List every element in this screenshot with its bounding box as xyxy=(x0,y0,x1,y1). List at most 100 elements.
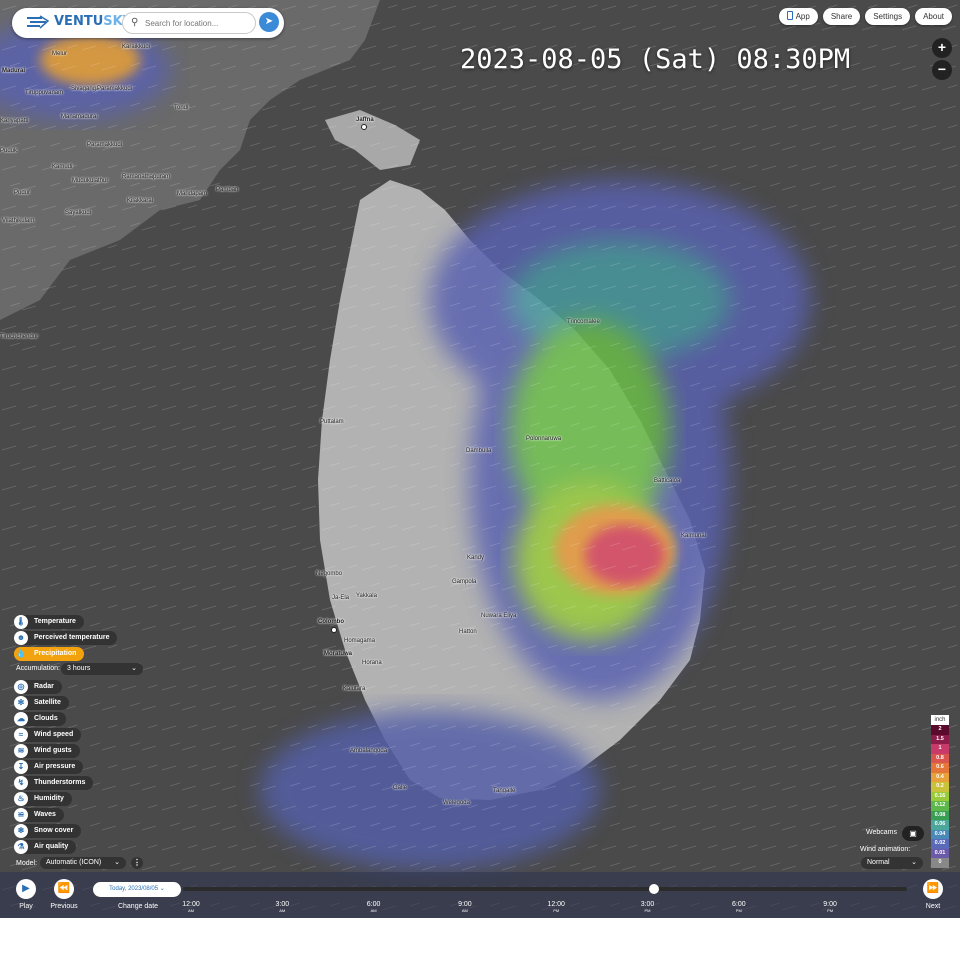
place-label: Pudur xyxy=(14,190,31,196)
legend-value: 2 xyxy=(931,725,949,735)
about-button[interactable]: About xyxy=(915,8,952,25)
place-label: Polonnaruwa xyxy=(526,436,562,442)
timeline-track[interactable] xyxy=(183,887,907,891)
next-button[interactable]: ⏩ xyxy=(923,879,943,899)
place-label: Trincomalee xyxy=(567,319,600,325)
layer-wind-gusts[interactable]: ≋ Wind gusts xyxy=(14,744,80,758)
layer-waves[interactable]: ≌ Waves xyxy=(14,808,64,822)
person-temperature-icon: ☻ xyxy=(14,631,28,645)
cloud-icon: ☁ xyxy=(14,712,28,726)
layer-label: Waves xyxy=(34,811,56,818)
settings-button[interactable]: Settings xyxy=(865,8,911,25)
snowflake-icon: ❄ xyxy=(14,824,28,838)
zoom-out-button[interactable]: − xyxy=(932,60,952,80)
date-select[interactable]: Today, 2023/08/05 ⌄ xyxy=(93,882,181,897)
layer-label: Precipitation xyxy=(34,650,77,657)
city-dot xyxy=(331,627,337,633)
place-label: Kalmunai xyxy=(681,533,707,539)
place-label: Ramanathapuram xyxy=(122,174,171,180)
legend-value: 0.04 xyxy=(931,829,949,839)
layer-radar[interactable]: ◎ Radar xyxy=(14,680,62,694)
tick-ampm: PM xyxy=(735,908,742,913)
timeline-tick[interactable]: 6:00 PM xyxy=(719,901,759,914)
layer-perceived-temperature[interactable]: ☻ Perceived temperature xyxy=(14,631,118,645)
legend-value: 0.08 xyxy=(931,810,949,820)
place-label: Tangalle xyxy=(493,788,516,794)
play-button[interactable]: ▶ xyxy=(16,879,36,899)
timeline-tick[interactable]: 12:00 AM xyxy=(171,901,211,914)
app-button[interactable]: App xyxy=(778,8,818,25)
locate-me-button[interactable]: ➤ xyxy=(259,12,279,32)
place-label: Horana xyxy=(362,660,382,666)
accumulation-label: Accumulation: xyxy=(16,665,60,672)
layer-air-pressure[interactable]: ↧ Air pressure xyxy=(14,760,84,774)
timeline-tick[interactable]: 3:00 AM xyxy=(262,901,302,914)
tick-time: 9:00 xyxy=(823,901,837,908)
timeline-tick[interactable]: 3:00 PM xyxy=(628,901,668,914)
camera-icon: ▣ xyxy=(909,829,917,838)
layer-snow-cover[interactable]: ❄ Snow cover xyxy=(14,824,82,838)
legend-value: 1 xyxy=(931,744,949,754)
timeline-tick[interactable]: 9:00 AM xyxy=(445,901,485,914)
tick-time: 6:00 xyxy=(731,901,746,908)
tick-ampm: PM xyxy=(644,908,651,913)
webcam-toggle[interactable]: ▣ xyxy=(902,826,924,841)
timeline-tick[interactable]: 12:00 PM xyxy=(536,901,576,914)
layer-label: Clouds xyxy=(34,715,58,722)
layer-air-quality[interactable]: ⚗ Air quality xyxy=(14,840,77,854)
place-label: Homagama xyxy=(344,638,376,644)
search-input[interactable] xyxy=(143,15,253,31)
previous-label: Previous xyxy=(50,903,78,910)
forecast-datetime: 2023-08-05 (Sat) 08:30PM xyxy=(460,44,851,75)
timeline-tick[interactable]: 6:00 AM xyxy=(354,901,394,914)
timeline-thumb[interactable] xyxy=(648,884,659,894)
place-label: Gampola xyxy=(452,579,477,585)
wind-animation-select[interactable]: Normal ⌄ xyxy=(861,857,923,869)
search-box[interactable]: ⚲ xyxy=(122,12,256,34)
layer-satellite[interactable]: ✻ Satellite xyxy=(14,696,69,710)
change-date-label: Change date xyxy=(117,903,159,910)
chevron-down-icon: ⌄ xyxy=(114,859,120,866)
layer-label: Snow cover xyxy=(34,827,74,834)
share-button[interactable]: Share xyxy=(822,8,861,25)
previous-button[interactable]: ⏪ xyxy=(54,879,74,899)
header-bar: VENTUSKY ⚲ ➤ xyxy=(12,8,284,38)
layer-precipitation[interactable]: 💧 Precipitation xyxy=(14,647,85,661)
place-label: Nuwara Eliya xyxy=(481,613,517,619)
timeline-tick[interactable]: 9:00 PM xyxy=(810,901,850,914)
chevron-down-icon: ⌄ xyxy=(159,886,165,892)
ventusky-logo[interactable]: VENTUSKY xyxy=(26,14,132,29)
tick-ampm: AM xyxy=(370,908,377,913)
layer-label: Wind speed xyxy=(34,731,74,738)
city-dot xyxy=(361,124,367,130)
layer-humidity[interactable]: ♨ Humidity xyxy=(14,792,72,806)
accumulation-select[interactable]: 3 hours ⌄ xyxy=(61,663,143,675)
place-label: Kilakkarai xyxy=(127,198,154,204)
wind-animation-label: Wind animation: xyxy=(860,846,911,853)
layer-temperature[interactable]: 🌡 Temperature xyxy=(14,615,84,629)
layer-wind-speed[interactable]: ≈ Wind speed xyxy=(14,728,82,742)
model-select[interactable]: Automatic (ICON) ⌄ xyxy=(40,857,126,869)
logo-text: VENTUSKY xyxy=(54,14,133,29)
layer-clouds[interactable]: ☁ Clouds xyxy=(14,712,66,726)
place-label: Batticaloa xyxy=(654,478,681,484)
place-label: Melur xyxy=(52,51,68,57)
top-menu: App Share Settings About xyxy=(778,8,952,25)
layer-thunderstorms[interactable]: ↯ Thunderstorms xyxy=(14,776,94,790)
place-label: Kalutara xyxy=(343,686,366,692)
layer-label: Radar xyxy=(34,683,54,690)
layer-label: Wind gusts xyxy=(34,747,72,754)
place-label: Tondi xyxy=(174,105,189,111)
tick-time: 6:00 xyxy=(366,901,381,908)
place-label: Moratuwa xyxy=(324,651,353,657)
navigation-arrow-icon: ➤ xyxy=(264,16,274,27)
phone-icon xyxy=(786,11,793,20)
tick-time: 9:00 xyxy=(458,901,472,908)
model-value: Automatic (ICON) xyxy=(46,859,102,866)
model-info-icon[interactable]: ⋮ xyxy=(131,857,143,869)
zoom-in-button[interactable]: + xyxy=(932,38,952,58)
place-label: Puttalam xyxy=(320,419,344,425)
app-button-label: App xyxy=(795,12,810,21)
place-label: Ja-Ela xyxy=(332,595,350,601)
weather-map[interactable]: Melur Karaikkudi Madurai Sivaganga Tirup… xyxy=(0,0,960,918)
